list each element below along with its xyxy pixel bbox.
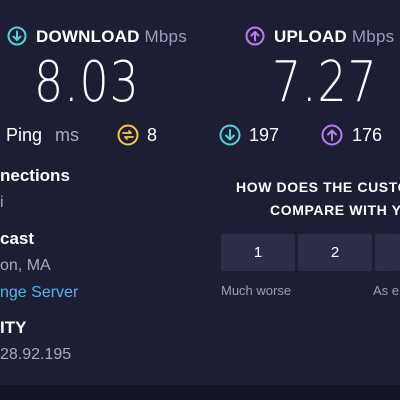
survey-question-line1: HOW DOES THE CUSTO xyxy=(236,179,400,195)
jitter-value: 8 xyxy=(147,125,158,145)
connections-value: i xyxy=(0,194,4,211)
server-title: cast xyxy=(0,229,35,248)
upload-label: UPLOAD xyxy=(274,27,347,46)
ping-download-value: 197 xyxy=(249,125,280,145)
download-unit: Mbps xyxy=(144,27,187,46)
connections-title: nections xyxy=(0,166,70,185)
upload-speed-value: 7.27 xyxy=(272,50,378,115)
rating-option-1[interactable]: 1 xyxy=(221,234,295,271)
ping-label-row: Ping ms xyxy=(6,125,79,146)
provider-title: ITY xyxy=(0,318,27,337)
ping-download-icon xyxy=(219,124,241,146)
ping-label: Ping xyxy=(6,125,43,145)
ping-upload-value: 176 xyxy=(352,125,383,145)
upload-label-row: UPLOAD Mbps xyxy=(274,27,394,47)
ping-unit: ms xyxy=(55,125,80,145)
ping-upload-icon xyxy=(321,124,343,146)
scale-mid-label: As e xyxy=(373,283,400,298)
download-speed-value: 8.03 xyxy=(34,50,140,115)
rating-option-2[interactable]: 2 xyxy=(298,234,372,271)
download-label: DOWNLOAD xyxy=(36,27,140,46)
ip-address: 28.92.195 xyxy=(0,346,72,363)
change-server-link[interactable]: nge Server xyxy=(0,284,78,302)
rating-option-3[interactable] xyxy=(375,234,400,271)
server-location: on, MA xyxy=(0,257,51,274)
jitter-icon xyxy=(117,124,139,146)
upload-arrow-icon xyxy=(245,26,265,46)
download-label-row: DOWNLOAD Mbps xyxy=(36,27,187,47)
scale-low-label: Much worse xyxy=(221,283,292,298)
download-arrow-icon xyxy=(7,26,27,46)
survey-question-line2: COMPARE WITH Y xyxy=(270,202,400,218)
upload-unit: Mbps xyxy=(351,27,395,46)
